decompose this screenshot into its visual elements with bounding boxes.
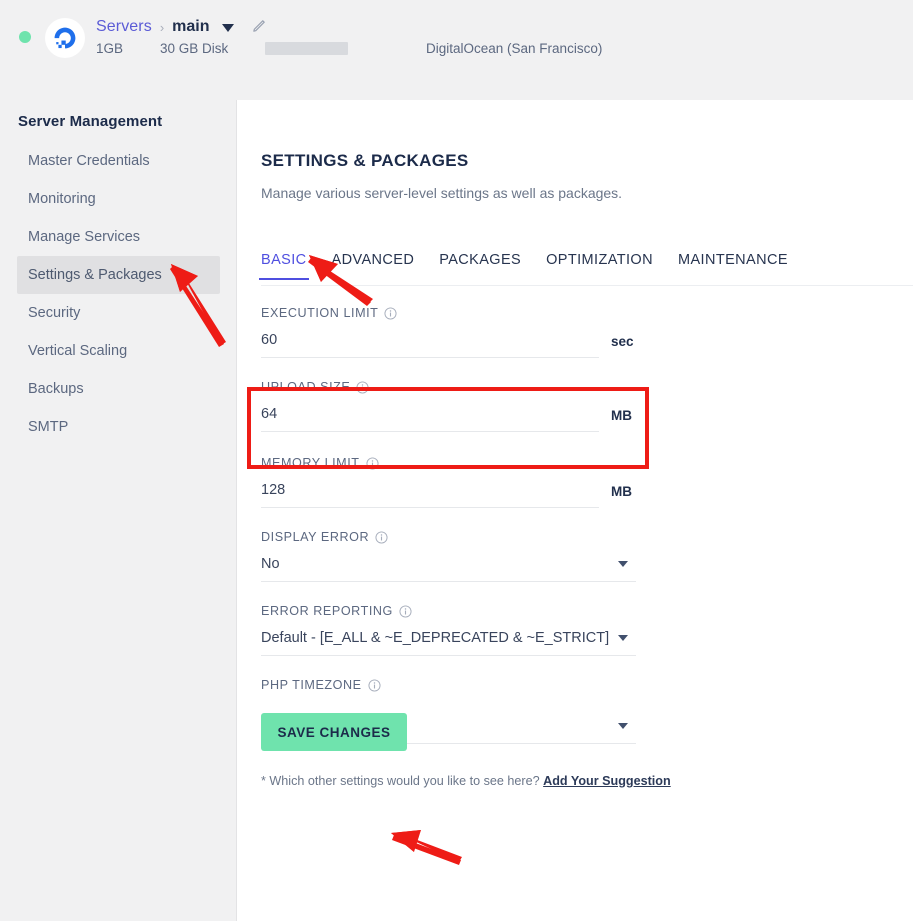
tab-advanced[interactable]: ADVANCED — [332, 252, 415, 279]
content-panel: SETTINGS & PACKAGES Manage various serve… — [237, 100, 913, 921]
display-error-select[interactable]: No — [261, 556, 636, 582]
pencil-icon[interactable] — [252, 18, 267, 38]
field-label-php-timezone: PHP TIMEZONE — [261, 678, 901, 692]
field-label-display-error: DISPLAY ERROR — [261, 530, 901, 544]
page-title: SETTINGS & PACKAGES — [261, 151, 469, 170]
chevron-down-icon — [618, 561, 628, 567]
add-suggestion-link[interactable]: Add Your Suggestion — [543, 774, 671, 788]
field-display-error: DISPLAY ERROR No — [261, 530, 901, 582]
sidebar-nav: Master Credentials Monitoring Manage Ser… — [0, 142, 237, 446]
settings-form: EXECUTION LIMIT 60 sec UPLOAD SIZE 64 MB… — [261, 306, 901, 766]
memory-limit-input[interactable]: 128 — [261, 482, 599, 508]
sidebar: Server Management Master Credentials Mon… — [0, 100, 237, 921]
save-changes-button[interactable]: SAVE CHANGES — [261, 713, 407, 751]
info-icon[interactable] — [399, 604, 412, 618]
field-label-error-reporting: ERROR REPORTING — [261, 604, 901, 618]
server-meta-row: 1GB 30 GB Disk DigitalOcean (San Francis… — [96, 41, 602, 56]
sidebar-item-manage-services[interactable]: Manage Services — [17, 218, 220, 256]
sidebar-item-security[interactable]: Security — [17, 294, 220, 332]
sidebar-item-monitoring[interactable]: Monitoring — [17, 180, 220, 218]
field-label-text: DISPLAY ERROR — [261, 530, 370, 544]
tab-maintenance[interactable]: MAINTENANCE — [678, 252, 788, 279]
highlight-box-upload-size — [247, 387, 649, 469]
tab-optimization[interactable]: OPTIMIZATION — [546, 252, 653, 279]
tab-basic[interactable]: BASIC — [259, 252, 309, 280]
app-header: Servers › main 1GB 30 GB Disk DigitalOce… — [0, 0, 913, 100]
field-row-memory-limit: 128 MB — [261, 482, 901, 508]
chevron-down-icon — [618, 723, 628, 729]
display-error-value: No — [261, 556, 636, 582]
server-ip-redacted — [265, 42, 348, 55]
field-label-text: EXECUTION LIMIT — [261, 306, 379, 320]
info-icon[interactable] — [375, 530, 388, 544]
sidebar-item-settings-packages[interactable]: Settings & Packages — [17, 256, 220, 294]
field-execution-limit: EXECUTION LIMIT 60 sec — [261, 306, 901, 358]
tab-packages[interactable]: PACKAGES — [439, 252, 521, 279]
server-ram: 1GB — [96, 41, 124, 56]
info-icon[interactable] — [384, 306, 397, 320]
digitalocean-logo-icon — [45, 18, 85, 58]
field-label-text: ERROR REPORTING — [261, 604, 393, 618]
error-reporting-value: Default - [E_ALL & ~E_DEPRECATED & ~E_ST… — [261, 630, 636, 656]
breadcrumb-current-server: main — [172, 18, 210, 35]
tab-bar: BASIC ADVANCED PACKAGES OPTIMIZATION MAI… — [259, 252, 913, 286]
server-disk: 30 GB Disk — [160, 41, 229, 56]
page-subtitle: Manage various server-level settings as … — [261, 185, 623, 201]
breadcrumb: Servers › main — [96, 16, 267, 38]
sidebar-item-master-credentials[interactable]: Master Credentials — [17, 142, 220, 180]
field-label-text: PHP TIMEZONE — [261, 678, 362, 692]
chevron-down-icon — [618, 635, 628, 641]
field-label-execution-limit: EXECUTION LIMIT — [261, 306, 901, 320]
memory-limit-unit: MB — [611, 484, 632, 499]
field-row-error-reporting: Default - [E_ALL & ~E_DEPRECATED & ~E_ST… — [261, 630, 901, 656]
info-icon[interactable] — [368, 678, 381, 692]
sidebar-item-smtp[interactable]: SMTP — [17, 408, 220, 446]
sidebar-item-backups[interactable]: Backups — [17, 370, 220, 408]
field-error-reporting: ERROR REPORTING Default - [E_ALL & ~E_DE… — [261, 604, 901, 656]
sidebar-item-vertical-scaling[interactable]: Vertical Scaling — [17, 332, 220, 370]
sidebar-title: Server Management — [18, 113, 163, 130]
field-row-execution-limit: 60 sec — [261, 332, 901, 358]
footnote: * Which other settings would you like to… — [261, 774, 671, 788]
error-reporting-select[interactable]: Default - [E_ALL & ~E_DEPRECATED & ~E_ST… — [261, 630, 636, 656]
footnote-text: * Which other settings would you like to… — [261, 774, 544, 788]
breadcrumb-separator: › — [159, 19, 165, 35]
breadcrumb-servers-link[interactable]: Servers — [96, 18, 152, 36]
chevron-down-icon[interactable] — [221, 24, 234, 32]
server-provider: DigitalOcean (San Francisco) — [426, 41, 603, 56]
server-status-dot — [19, 31, 31, 43]
field-row-display-error: No — [261, 556, 901, 582]
execution-limit-input[interactable]: 60 — [261, 332, 599, 358]
execution-limit-unit: sec — [611, 334, 634, 349]
